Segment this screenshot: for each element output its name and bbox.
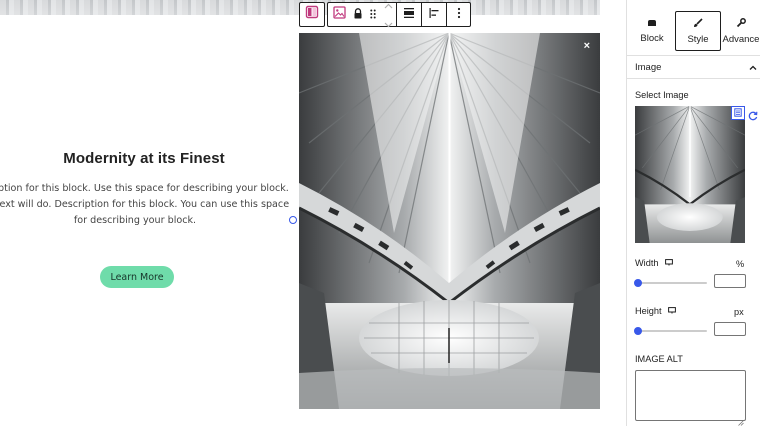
justify-button[interactable]: [421, 3, 446, 26]
block-icon: [647, 19, 657, 30]
text-column[interactable]: Modernity at its Finest scription for th…: [0, 150, 300, 229]
width-label: Width: [635, 258, 659, 268]
width-slider[interactable]: [634, 279, 707, 287]
toolbar-group-main: [327, 0, 471, 28]
resize-grip-icon[interactable]: [738, 413, 744, 426]
description-line-2: ny text will do. Description for this bl…: [0, 199, 290, 210]
height-slider-knob[interactable]: [634, 327, 642, 335]
lock-icon: [353, 6, 363, 24]
architecture-photo: [299, 33, 600, 409]
tab-style-label: Style: [687, 33, 709, 45]
tab-block-label: Block: [640, 32, 664, 44]
move-up-icon[interactable]: [384, 0, 393, 14]
justify-icon: [428, 6, 440, 24]
block-movers: [380, 0, 396, 28]
drag-handle[interactable]: [366, 3, 380, 26]
tab-advanced-label: Advance: [722, 33, 760, 45]
description-line-1: scription for this block. Use this space…: [0, 183, 289, 194]
align-icon: [403, 6, 415, 24]
image-alt-textarea[interactable]: [635, 370, 746, 421]
more-options-button[interactable]: [446, 3, 470, 26]
media-library-button[interactable]: [731, 106, 745, 120]
tab-advanced[interactable]: Advance: [721, 11, 760, 51]
height-input[interactable]: [714, 322, 746, 336]
wrench-icon: [736, 17, 746, 31]
more-options-icon: [457, 6, 461, 24]
vertical-align-button[interactable]: [396, 3, 421, 26]
close-icon[interactable]: ×: [584, 40, 590, 52]
height-slider[interactable]: [634, 327, 707, 335]
block-heading[interactable]: Modernity at its Finest: [0, 150, 300, 167]
move-down-icon[interactable]: [384, 15, 393, 33]
responsive-device-icon[interactable]: [667, 306, 676, 316]
responsive-device-icon[interactable]: [664, 258, 673, 268]
block-type-icon: [305, 5, 319, 24]
select-image-label: Select Image: [635, 90, 689, 100]
lock-button[interactable]: [350, 3, 366, 26]
drag-handle-icon: [370, 6, 376, 24]
width-label-row: Width: [635, 258, 673, 268]
image-button[interactable]: [328, 3, 350, 26]
thumbnail-photo: [635, 106, 745, 243]
block-description[interactable]: scription for this block. Use this space…: [0, 181, 300, 229]
toolbar-group-block-type: [299, 2, 325, 27]
image-alt-label: IMAGE ALT: [635, 354, 683, 364]
image-icon: [332, 5, 346, 24]
tab-block[interactable]: Block: [629, 11, 675, 51]
tab-style[interactable]: Style: [675, 11, 721, 51]
image-panel-toggle[interactable]: Image: [635, 60, 757, 74]
image-panel-title: Image: [635, 61, 662, 73]
settings-sidebar: Block Style Advance Image Select Image W…: [626, 0, 760, 426]
width-slider-knob[interactable]: [634, 279, 642, 287]
editor-canvas: Modernity at its Finest scription for th…: [0, 0, 626, 426]
height-label-row: Height: [635, 306, 676, 316]
selected-image-thumbnail[interactable]: [635, 106, 745, 243]
block-type-button[interactable]: [300, 3, 324, 26]
learn-more-button[interactable]: Learn More: [100, 266, 174, 288]
height-unit[interactable]: px: [734, 307, 744, 317]
media-library-icon: [734, 104, 742, 122]
brush-icon: [693, 17, 703, 31]
width-unit[interactable]: %: [736, 259, 744, 269]
height-label: Height: [635, 306, 662, 316]
column-resize-handle[interactable]: [289, 216, 297, 224]
description-line-3: for describing your block.: [73, 215, 197, 226]
block-toolbar: [299, 0, 471, 28]
sidebar-tabs: Block Style Advance: [627, 11, 760, 51]
reset-icon[interactable]: [748, 108, 758, 126]
chevron-up-icon: [749, 62, 757, 73]
block-image[interactable]: ×: [299, 33, 600, 409]
width-input[interactable]: [714, 274, 746, 288]
